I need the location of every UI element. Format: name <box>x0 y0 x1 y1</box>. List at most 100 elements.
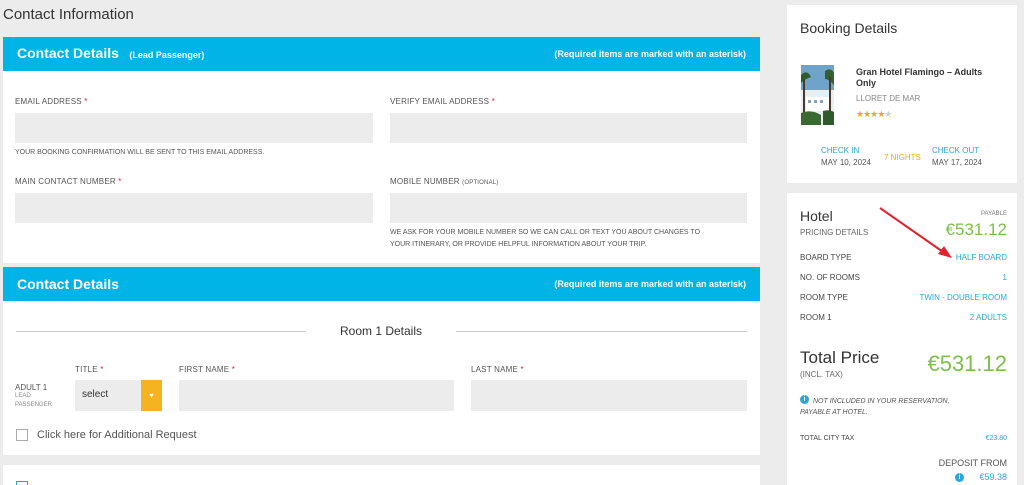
verify-email-field[interactable] <box>390 113 747 143</box>
required-asterisk: * <box>84 97 88 106</box>
email-label: EMAIL ADDRESS * <box>15 97 88 106</box>
incl-tax-label: (INCL. TAX) <box>800 370 843 379</box>
check-out: CHECK OUT MAY 17, 2024 <box>932 145 982 169</box>
title-label-text: TITLE <box>75 365 98 374</box>
title-select[interactable]: select ▾ <box>75 380 162 411</box>
row-value: TWIN - DOUBLE ROOM <box>919 293 1007 302</box>
required-note: (Required items are marked with an aster… <box>554 49 746 59</box>
hotel-name-line-2: Only <box>856 78 877 88</box>
main-contact-label: MAIN CONTACT NUMBER * <box>15 177 122 186</box>
booking-details-title: Booking Details <box>800 20 898 36</box>
next-section-card <box>3 465 760 485</box>
last-name-field[interactable] <box>471 380 747 411</box>
pricing-row: NO. OF ROOMS 1 <box>800 273 1007 282</box>
pricing-row: ROOM TYPE TWIN - DOUBLE ROOM <box>800 293 1007 302</box>
first-name-field[interactable] <box>179 380 454 411</box>
chevron-down-icon[interactable]: ▾ <box>141 380 162 411</box>
divider-left <box>16 331 306 332</box>
required-asterisk: * <box>118 177 122 186</box>
row-value: 2 ADULTS <box>969 313 1007 322</box>
lead-text: LEAD <box>15 393 31 399</box>
check-in-label: CHECK IN <box>821 146 860 155</box>
mobile-help-line-1: WE ASK FOR YOUR MOBILE NUMBER SO WE CAN … <box>390 229 701 236</box>
row-label: ROOM TYPE <box>800 293 848 302</box>
payable-at-hotel: PAYABLE AT HOTEL. <box>800 409 868 416</box>
mobile-field[interactable] <box>390 193 747 223</box>
row-value: HALF BOARD <box>955 253 1007 262</box>
main-contact-label-text: MAIN CONTACT NUMBER <box>15 177 116 186</box>
required-note: (Required items are marked with an aster… <box>554 279 746 289</box>
optional-tag: (OPTIONAL) <box>462 180 499 186</box>
star-rating: ★★★★★ <box>856 109 892 120</box>
not-included-note: NOT INCLUDED IN YOUR RESERVATION, <box>813 395 950 409</box>
deposit-value: €59.38 <box>979 472 1007 482</box>
email-label-text: EMAIL ADDRESS <box>15 97 82 106</box>
first-name-label: FIRST NAME * <box>179 365 235 374</box>
hotel-location: LLORET DE MAR <box>856 94 921 103</box>
booking-details-card: Booking Details Gran Hotel Flamingo – Ad… <box>787 5 1017 183</box>
main-contact-field[interactable] <box>15 193 373 223</box>
adult-label: ADULT 1 LEAD PASSENGER <box>15 383 52 410</box>
row-label: NO. OF ROOMS <box>800 273 860 282</box>
lead-contact-title: Contact Details <box>17 45 119 61</box>
row-label: BOARD TYPE <box>800 253 852 262</box>
passenger-text: PASSENGER <box>15 402 52 408</box>
page-title: Contact Information <box>3 6 134 23</box>
title-label: TITLE * <box>75 365 104 374</box>
verify-email-label-text: VERIFY EMAIL ADDRESS <box>390 97 490 106</box>
info-icon: i <box>800 395 809 404</box>
pricing-row: ROOM 1 2 ADULTS <box>800 313 1007 322</box>
total-price-label: Total Price <box>800 348 880 367</box>
mobile-help-text: WE ASK FOR YOUR MOBILE NUMBER SO WE CAN … <box>390 227 700 251</box>
payable-label: PAYABLE <box>980 211 1007 217</box>
first-name-label-text: FIRST NAME <box>179 365 230 374</box>
required-asterisk: * <box>520 365 524 374</box>
check-out-label: CHECK OUT <box>932 146 980 155</box>
city-tax-row: TOTAL CITY TAX €23.80 <box>800 435 1007 442</box>
mobile-help-line-2: YOUR ITINERARY, OR PROVIDE HELPFUL INFOR… <box>390 241 647 248</box>
annotation-arrow-icon <box>879 207 952 258</box>
star-filled-icon: ★★★★ <box>856 109 885 119</box>
room-contact-header: Contact Details (Required items are mark… <box>3 267 760 301</box>
lead-contact-card: Contact Details (Lead Passenger) (Requir… <box>3 37 760 263</box>
city-tax-label: TOTAL CITY TAX <box>800 435 855 442</box>
room-contact-card: Contact Details (Required items are mark… <box>3 267 760 455</box>
verify-email-label: VERIFY EMAIL ADDRESS * <box>390 97 495 106</box>
email-field[interactable] <box>15 113 373 143</box>
nights-count: 7 NIGHTS <box>884 153 921 162</box>
additional-request-checkbox[interactable] <box>16 429 28 441</box>
total-price-amount: €531.12 <box>927 351 1007 376</box>
row-value: 1 <box>1002 273 1007 282</box>
room-contact-title: Contact Details <box>17 276 119 292</box>
hotel-name[interactable]: Gran Hotel Flamingo – Adults Only <box>856 67 982 89</box>
check-in-date: MAY 10, 2024 <box>821 158 871 167</box>
check-in: CHECK IN MAY 10, 2024 <box>821 145 871 169</box>
deposit-info-icon[interactable]: i <box>955 473 964 482</box>
lead-passenger-subtitle: (Lead Passenger) <box>129 50 205 60</box>
check-out-date: MAY 17, 2024 <box>932 158 982 167</box>
pricing-details-label: PRICING DETAILS <box>800 228 869 237</box>
mobile-label: MOBILE NUMBER (OPTIONAL) <box>390 177 499 186</box>
hotel-thumbnail[interactable] <box>801 65 834 125</box>
hotel-pricing-title: Hotel <box>800 208 833 224</box>
last-name-label-text: LAST NAME <box>471 365 518 374</box>
deposit-label: DEPOSIT FROM <box>938 458 1007 468</box>
star-empty-icon: ★ <box>884 109 892 119</box>
email-help-text: YOUR BOOKING CONFIRMATION WILL BE SENT T… <box>15 149 265 156</box>
hotel-name-line-1: Gran Hotel Flamingo – Adults <box>856 67 983 77</box>
adult-1-text: ADULT 1 <box>15 383 48 392</box>
not-included-line-1: NOT INCLUDED IN YOUR RESERVATION, <box>813 398 950 405</box>
last-name-label: LAST NAME * <box>471 365 524 374</box>
required-asterisk: * <box>231 365 236 374</box>
row-label: ROOM 1 <box>800 313 832 322</box>
title-select-value: select <box>82 389 109 400</box>
required-asterisk: * <box>491 97 495 106</box>
room-heading: Room 1 Details <box>339 324 423 338</box>
divider-right <box>456 331 747 332</box>
mobile-label-text: MOBILE NUMBER <box>390 177 460 186</box>
additional-request-label[interactable]: Click here for Additional Request <box>37 429 197 441</box>
city-tax-value: €23.80 <box>985 435 1007 442</box>
required-asterisk: * <box>100 365 104 374</box>
lead-contact-header: Contact Details (Lead Passenger) (Requir… <box>3 37 760 71</box>
next-section-checkbox[interactable] <box>16 481 28 485</box>
